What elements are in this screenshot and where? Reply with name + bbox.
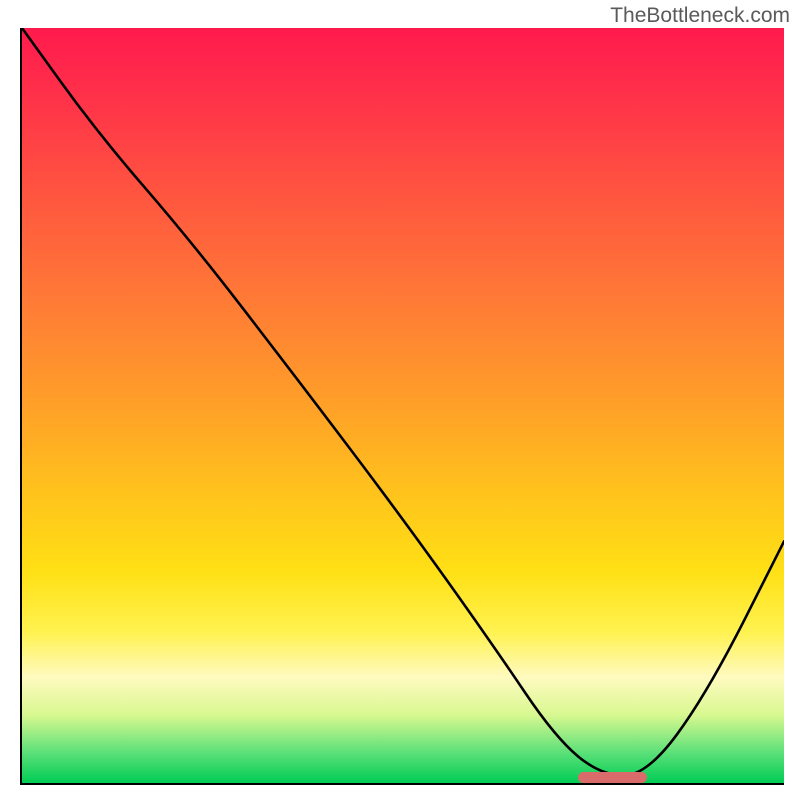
plot-area [20,28,784,785]
watermark-text: TheBottleneck.com [610,4,790,28]
background-gradient [22,28,784,783]
bottleneck-marker [578,772,647,783]
